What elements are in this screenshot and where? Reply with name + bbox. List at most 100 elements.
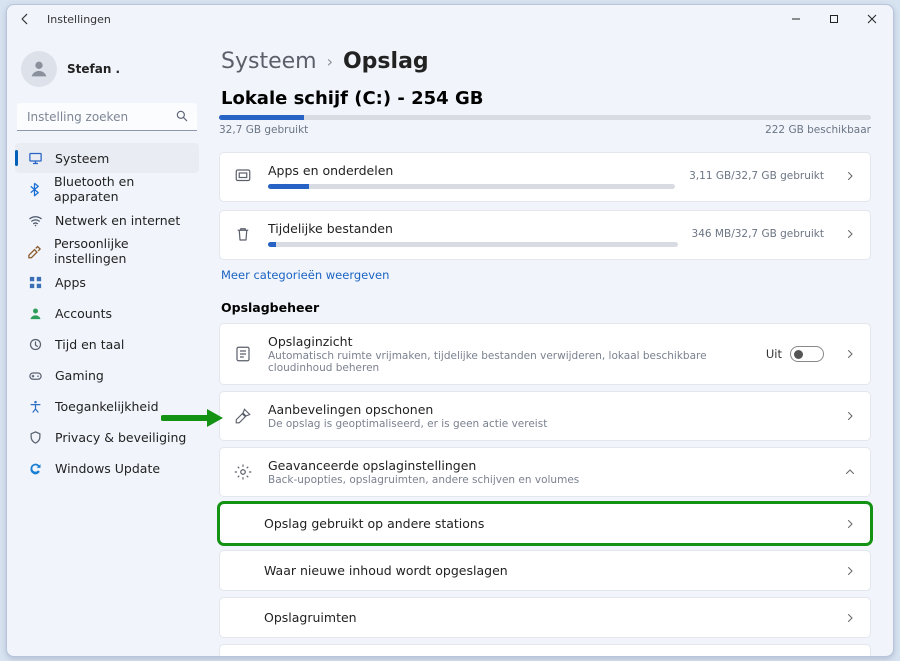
sidebar-item-persoonlijke[interactable]: Persoonlijke instellingen bbox=[15, 236, 199, 266]
close-icon bbox=[867, 14, 877, 24]
sidebar-item-label: Persoonlijke instellingen bbox=[54, 236, 189, 266]
sidebar-item-label: Gaming bbox=[55, 368, 104, 383]
privacy-icon bbox=[27, 429, 43, 445]
maximize-icon bbox=[829, 14, 839, 24]
titlebar: Instellingen bbox=[7, 5, 893, 33]
more-categories-link[interactable]: Meer categorieën weergeven bbox=[221, 268, 871, 282]
disk-usage-bar bbox=[219, 115, 871, 120]
apps-icon bbox=[27, 274, 43, 290]
setting-opslaginzicht[interactable]: Opslaginzicht Automatisch ruimte vrijmak… bbox=[219, 323, 871, 385]
search-icon bbox=[175, 109, 189, 123]
sidebar-item-label: Windows Update bbox=[55, 461, 160, 476]
sidebar-item-tijd[interactable]: Tijd en taal bbox=[15, 329, 199, 359]
setting-title: Aanbevelingen opschonen bbox=[268, 402, 824, 417]
gear-icon bbox=[234, 463, 254, 481]
sidebar-item-label: Apps bbox=[55, 275, 86, 290]
sidebar-item-systeem[interactable]: Systeem bbox=[15, 143, 199, 173]
chevron-right-icon: › bbox=[327, 52, 333, 71]
category-title: Apps en onderdelen bbox=[268, 163, 675, 178]
sidebar-item-label: Bluetooth en apparaten bbox=[54, 174, 189, 204]
sidebar-item-netwerk[interactable]: Netwerk en internet bbox=[15, 205, 199, 235]
settings-window: Instellingen Stefan . bbox=[6, 4, 894, 657]
minimize-button[interactable] bbox=[777, 6, 815, 32]
chevron-right-icon bbox=[844, 348, 856, 360]
profile-name: Stefan . bbox=[67, 62, 120, 76]
disk-used-label: 32,7 GB gebruikt bbox=[219, 124, 308, 136]
sub-item-label: Waar nieuwe inhoud wordt opgeslagen bbox=[264, 563, 508, 578]
storage-mgmt-header: Opslagbeheer bbox=[221, 300, 871, 315]
toggle-state-label: Uit bbox=[766, 347, 782, 361]
chevron-right-icon bbox=[844, 565, 856, 577]
apps-category-icon bbox=[234, 167, 254, 185]
profile-block[interactable]: Stefan . bbox=[15, 43, 199, 103]
setting-title: Opslaginzicht bbox=[268, 334, 752, 349]
person-icon bbox=[28, 58, 50, 80]
chevron-right-icon bbox=[844, 410, 856, 422]
arrow-left-icon bbox=[18, 12, 32, 26]
sub-item-opslag-andere-stations[interactable]: Opslag gebruikt op andere stations bbox=[219, 503, 871, 544]
setting-aanbevelingen[interactable]: Aanbevelingen opschonen De opslag is geo… bbox=[219, 391, 871, 441]
breadcrumb-current: Opslag bbox=[343, 49, 429, 74]
sidebar-item-accounts[interactable]: Accounts bbox=[15, 298, 199, 328]
advanced-sub-list: Opslag gebruikt op andere stations Waar … bbox=[219, 503, 871, 656]
category-title: Tijdelijke bestanden bbox=[268, 221, 678, 236]
sub-item-label: Opslagruimten bbox=[264, 610, 357, 625]
chevron-right-icon bbox=[844, 228, 856, 240]
category-bar bbox=[268, 242, 678, 247]
sidebar-item-windows-update[interactable]: Windows Update bbox=[15, 453, 199, 483]
setting-sub: Automatisch ruimte vrijmaken, tijdelijke… bbox=[268, 350, 752, 374]
category-temp[interactable]: Tijdelijke bestanden 346 MB/32,7 GB gebr… bbox=[219, 210, 871, 260]
sidebar-item-apps[interactable]: Apps bbox=[15, 267, 199, 297]
sidebar-item-label: Tijd en taal bbox=[55, 337, 124, 352]
sidebar-item-label: Toegankelijkheid bbox=[55, 399, 159, 414]
content-area: Systeem › Opslag Lokale schijf (C:) - 25… bbox=[207, 33, 893, 656]
toggle-switch bbox=[790, 346, 824, 362]
chevron-right-icon bbox=[844, 612, 856, 624]
chevron-right-icon bbox=[844, 518, 856, 530]
gaming-icon bbox=[27, 367, 43, 383]
update-icon bbox=[27, 460, 43, 476]
sidebar-item-label: Netwerk en internet bbox=[55, 213, 180, 228]
chevron-right-icon bbox=[844, 170, 856, 182]
system-icon bbox=[27, 150, 43, 166]
sidebar: Stefan . Systeem Bluetooth en apparaten bbox=[7, 33, 207, 656]
toggle-opslaginzicht[interactable]: Uit bbox=[766, 346, 824, 362]
sub-item-label: Opslag gebruikt op andere stations bbox=[264, 516, 484, 531]
maximize-button[interactable] bbox=[815, 6, 853, 32]
setting-sub: De opslag is geoptimaliseerd, er is geen… bbox=[268, 418, 824, 430]
window-title: Instellingen bbox=[47, 13, 111, 26]
minimize-icon bbox=[791, 14, 801, 24]
chevron-up-icon bbox=[844, 466, 856, 478]
sidebar-item-bluetooth[interactable]: Bluetooth en apparaten bbox=[15, 174, 199, 204]
category-bar bbox=[268, 184, 675, 189]
window-controls bbox=[777, 6, 891, 32]
sidebar-item-label: Privacy & beveiliging bbox=[55, 430, 186, 445]
search-input[interactable] bbox=[17, 103, 197, 131]
accounts-icon bbox=[27, 305, 43, 321]
sub-item-waar-nieuwe-inhoud[interactable]: Waar nieuwe inhoud wordt opgeslagen bbox=[219, 550, 871, 591]
sub-item-schijven-volumes[interactable]: Schijven en volumes bbox=[219, 644, 871, 656]
personalize-icon bbox=[27, 243, 42, 259]
breadcrumb: Systeem › Opslag bbox=[221, 49, 871, 74]
sub-item-opslagruimten[interactable]: Opslagruimten bbox=[219, 597, 871, 638]
setting-geavanceerd[interactable]: Geavanceerde opslaginstellingen Back-upo… bbox=[219, 447, 871, 497]
sidebar-item-gaming[interactable]: Gaming bbox=[15, 360, 199, 390]
category-usage: 3,11 GB/32,7 GB gebruikt bbox=[689, 170, 824, 182]
disk-heading: Lokale schijf (C:) - 254 GB bbox=[221, 88, 871, 109]
sidebar-nav: Systeem Bluetooth en apparaten Netwerk e… bbox=[15, 143, 199, 483]
wifi-icon bbox=[27, 212, 43, 228]
breadcrumb-parent[interactable]: Systeem bbox=[221, 49, 317, 74]
sidebar-item-toegankelijkheid[interactable]: Toegankelijkheid bbox=[15, 391, 199, 421]
category-usage: 346 MB/32,7 GB gebruikt bbox=[692, 228, 824, 240]
back-button[interactable] bbox=[15, 9, 35, 29]
setting-title: Geavanceerde opslaginstellingen bbox=[268, 458, 824, 473]
broom-icon bbox=[234, 407, 254, 425]
category-apps[interactable]: Apps en onderdelen 3,11 GB/32,7 GB gebru… bbox=[219, 152, 871, 202]
bluetooth-icon bbox=[27, 181, 42, 197]
close-button[interactable] bbox=[853, 6, 891, 32]
sidebar-item-privacy[interactable]: Privacy & beveiliging bbox=[15, 422, 199, 452]
time-icon bbox=[27, 336, 43, 352]
sidebar-item-label: Systeem bbox=[55, 151, 109, 166]
search-box bbox=[17, 103, 197, 131]
avatar bbox=[21, 51, 57, 87]
